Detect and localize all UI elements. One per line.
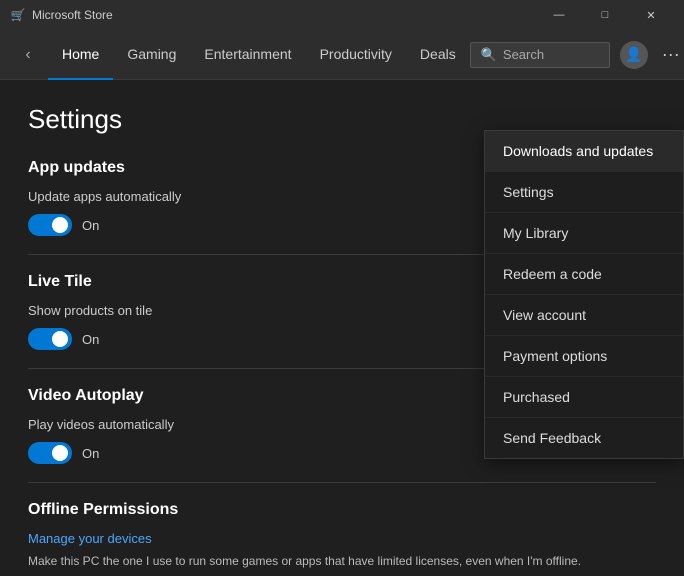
offline-permissions-section: Offline Permissions Manage your devices … xyxy=(28,501,656,576)
app-title: Microsoft Store xyxy=(32,8,113,22)
maximize-button[interactable]: □ xyxy=(582,0,628,30)
dropdown-item-payment[interactable]: Payment options xyxy=(485,336,683,377)
dropdown-item-library[interactable]: My Library xyxy=(485,213,683,254)
search-box[interactable]: 🔍 Search xyxy=(470,42,610,68)
search-label: Search xyxy=(503,47,544,62)
offline-desc: Make this PC the one I use to run some g… xyxy=(28,552,656,570)
nav-right: 🔍 Search 👤 ··· xyxy=(470,40,684,69)
toggle-knob xyxy=(52,217,68,233)
video-autoplay-toggle-label: On xyxy=(82,446,99,461)
close-button[interactable]: ✕ xyxy=(628,0,674,30)
window-controls: — □ ✕ xyxy=(536,0,674,30)
dropdown-item-feedback[interactable]: Send Feedback xyxy=(485,418,683,458)
minimize-button[interactable]: — xyxy=(536,0,582,30)
nav-bar: ‹ Home Gaming Entertainment Productivity… xyxy=(0,30,684,80)
back-button[interactable]: ‹ xyxy=(12,39,44,71)
search-icon: 🔍 xyxy=(481,47,497,63)
video-autoplay-toggle[interactable] xyxy=(28,442,72,464)
nav-productivity[interactable]: Productivity xyxy=(306,30,406,80)
live-tile-toggle-label: On xyxy=(82,332,99,347)
dropdown-menu: Downloads and updates Settings My Librar… xyxy=(484,130,684,459)
app-updates-toggle[interactable] xyxy=(28,214,72,236)
dropdown-item-account[interactable]: View account xyxy=(485,295,683,336)
app-updates-toggle-label: On xyxy=(82,218,99,233)
dropdown-item-redeem[interactable]: Redeem a code xyxy=(485,254,683,295)
nav-home[interactable]: Home xyxy=(48,30,113,80)
app-icon: 🛒 xyxy=(10,7,26,23)
divider-3 xyxy=(28,482,656,483)
dropdown-item-downloads[interactable]: Downloads and updates xyxy=(485,131,683,172)
nav-links: Home Gaming Entertainment Productivity D… xyxy=(48,30,470,80)
avatar[interactable]: 👤 xyxy=(620,41,648,69)
dropdown-item-purchased[interactable]: Purchased xyxy=(485,377,683,418)
title-bar: 🛒 Microsoft Store — □ ✕ xyxy=(0,0,684,30)
live-tile-toggle[interactable] xyxy=(28,328,72,350)
toggle-knob xyxy=(52,445,68,461)
toggle-knob xyxy=(52,331,68,347)
offline-permissions-title: Offline Permissions xyxy=(28,501,656,519)
more-button[interactable]: ··· xyxy=(658,40,684,69)
nav-deals[interactable]: Deals xyxy=(406,30,470,80)
dropdown-item-settings[interactable]: Settings xyxy=(485,172,683,213)
manage-devices-link[interactable]: Manage your devices xyxy=(28,531,656,546)
main-content: Settings App updates Update apps automat… xyxy=(0,80,684,576)
nav-entertainment[interactable]: Entertainment xyxy=(190,30,305,80)
nav-gaming[interactable]: Gaming xyxy=(113,30,190,80)
